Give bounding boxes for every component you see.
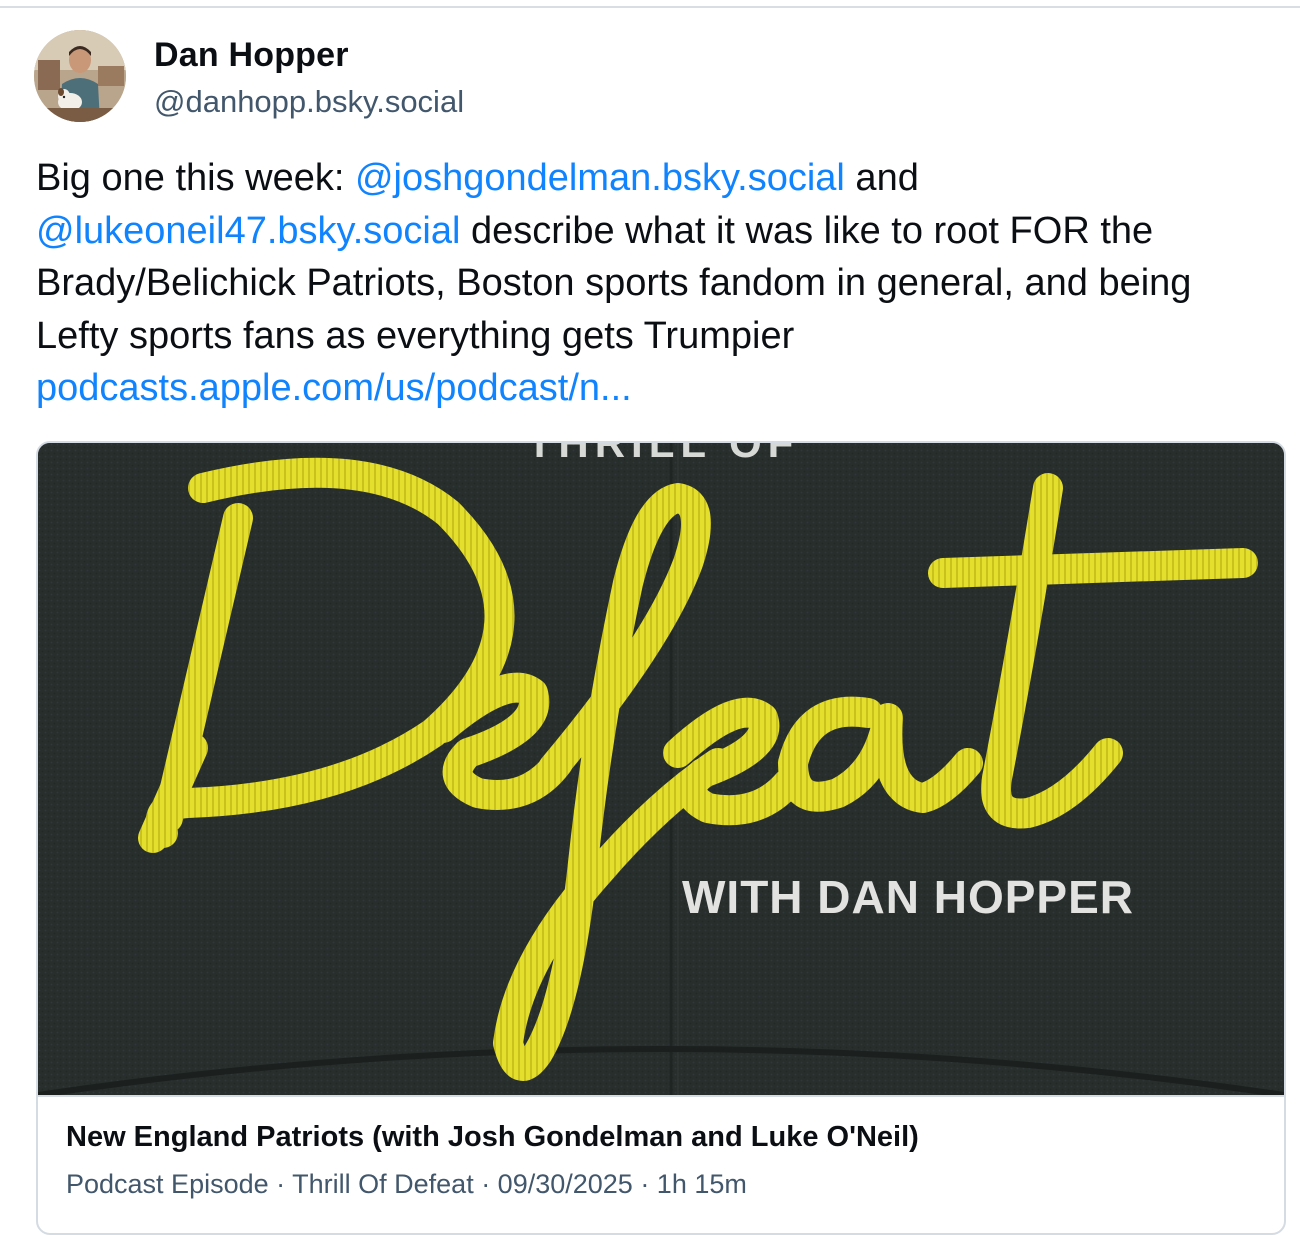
embed-description: Podcast Episode · Thrill Of Defeat · 09/…: [66, 1169, 747, 1199]
embed-divider: [38, 1095, 1284, 1097]
avatar[interactable]: [34, 30, 126, 122]
post-text-intro: Big one this week:: [36, 157, 355, 199]
post[interactable]: Dan Hopper @danhopp.bsky.social Big one …: [0, 0, 1300, 1235]
post-text-and: and: [844, 157, 919, 199]
embed-title[interactable]: New England Patriots (with Josh Gondelma…: [66, 1121, 919, 1154]
author-handle[interactable]: @danhopp.bsky.social: [154, 84, 464, 120]
post-external-link[interactable]: podcasts.apple.com/us/podcast/n...: [36, 367, 632, 409]
cover-subtitle: WITH DAN HOPPER: [682, 871, 1134, 923]
cover-top-text: THRILL OF: [527, 443, 800, 466]
podcast-cover-art: THRILL OF: [38, 443, 1284, 1095]
link-embed-card[interactable]: THRILL OF: [36, 441, 1286, 1235]
mention-luke-oneil[interactable]: @lukeoneil47.bsky.social: [36, 210, 460, 252]
post-text: Big one this week: @joshgondelman.bsky.s…: [36, 152, 1276, 415]
embed-thumbnail: THRILL OF: [38, 443, 1284, 1095]
author-display-name[interactable]: Dan Hopper: [154, 36, 349, 75]
mention-josh-gondelman[interactable]: @joshgondelman.bsky.social: [355, 157, 845, 199]
profile-photo-icon: [34, 30, 126, 122]
